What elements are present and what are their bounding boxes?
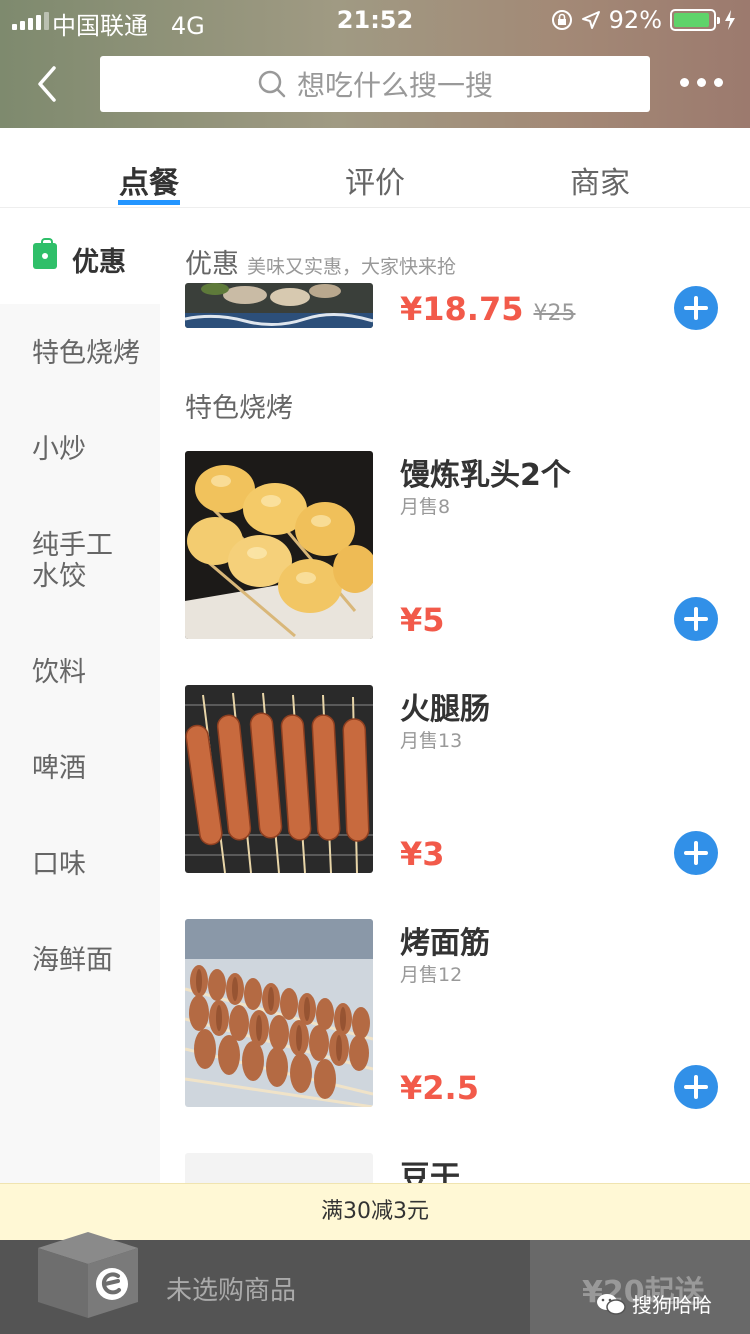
discount-tag-icon <box>33 238 57 269</box>
add-to-cart-button[interactable] <box>674 597 718 641</box>
status-bar: 中国联通 4G 21:52 92% <box>0 0 750 42</box>
search-placeholder: 想吃什么搜一搜 <box>296 69 493 102</box>
sidebar-item-discount[interactable]: 优惠 <box>0 208 160 304</box>
menu-list: 优惠 美味又实惠，大家快来抢 ¥18.75 ¥25 特色烧烤 馒炼乳头2个 月售8 … <box>160 208 750 1183</box>
tab-order[interactable]: 点餐 <box>89 158 209 202</box>
item-name: 火腿肠 <box>400 692 490 727</box>
item-price: ¥18.75 <box>400 290 524 328</box>
item-price: ¥5 <box>400 601 445 639</box>
item-monthly-sales: 月售13 <box>400 730 463 752</box>
food-image[interactable] <box>185 919 373 1107</box>
sidebar-item-stirfry[interactable]: 小炒 <box>32 434 86 465</box>
sidebar-item-dumplings[interactable]: 纯手工 水饺 <box>32 530 113 592</box>
rotation-lock-icon <box>551 10 572 30</box>
sidebar-item-seafood-noodles[interactable]: 海鲜面 <box>32 945 113 976</box>
tab-reviews[interactable]: 评价 <box>315 158 435 202</box>
cart-status: 未选购商品 <box>166 1276 297 1306</box>
status-right: 92% <box>551 6 736 34</box>
food-image[interactable] <box>185 283 373 328</box>
food-image[interactable] <box>185 451 373 639</box>
tab-bar: 点餐 评价 商家 <box>0 128 750 208</box>
section-header-bbq: 特色烧烤 <box>185 393 293 424</box>
item-name: 豆干 <box>400 1160 460 1183</box>
item-name: 馒炼乳头2个 <box>400 458 571 493</box>
sidebar-item-bbq[interactable]: 特色烧烤 <box>32 338 140 369</box>
sidebar-item-label: 纯手工 <box>32 530 113 561</box>
add-to-cart-button[interactable] <box>674 286 718 330</box>
sidebar-item-flavor[interactable]: 口味 <box>32 849 86 880</box>
search-input[interactable]: 想吃什么搜一搜 <box>100 56 650 112</box>
item-price: ¥2.5 <box>400 1069 479 1107</box>
search-icon <box>258 70 286 98</box>
sidebar-item-beer[interactable]: 啤酒 <box>32 753 86 784</box>
section-subtitle: 美味又实惠，大家快来抢 <box>247 256 457 278</box>
back-arrow-icon[interactable] <box>30 64 70 104</box>
sidebar-item-label: 水饺 <box>32 561 86 592</box>
item-price: ¥3 <box>400 835 445 873</box>
sidebar-item-drinks[interactable]: 饮料 <box>32 657 86 688</box>
item-monthly-sales: 月售8 <box>400 496 451 518</box>
section-header-discount: 优惠 美味又实惠，大家快来抢 <box>185 242 456 281</box>
watermark: 搜狗哈哈 <box>596 1289 712 1318</box>
charging-icon <box>725 10 735 30</box>
food-image[interactable] <box>185 1153 373 1183</box>
original-price: ¥25 <box>533 301 576 326</box>
location-icon <box>581 11 600 29</box>
section-title: 优惠 <box>185 249 239 280</box>
item-name: 烤面筋 <box>400 926 490 961</box>
price-row: ¥18.75 ¥25 <box>400 290 575 328</box>
active-tab-indicator <box>118 200 180 205</box>
add-to-cart-button[interactable] <box>674 831 718 875</box>
watermark-text: 搜狗哈哈 <box>632 1293 712 1317</box>
item-monthly-sales: 月售12 <box>400 964 463 986</box>
shopping-cart-icon[interactable] <box>32 1226 144 1322</box>
sidebar-item-label: 优惠 <box>72 247 126 278</box>
category-sidebar: 优惠 特色烧烤 小炒 纯手工 水饺 饮料 啤酒 口味 海鲜面 <box>0 208 160 1240</box>
battery-percent: 92% <box>608 6 662 34</box>
add-to-cart-button[interactable] <box>674 1065 718 1109</box>
wechat-icon <box>597 1293 626 1315</box>
tab-merchant[interactable]: 商家 <box>540 158 660 202</box>
battery-icon <box>670 9 720 31</box>
more-options-icon[interactable] <box>680 78 723 87</box>
app-header: 中国联通 4G 21:52 92% 想吃什么搜一搜 <box>0 0 750 128</box>
food-image[interactable] <box>185 685 373 873</box>
